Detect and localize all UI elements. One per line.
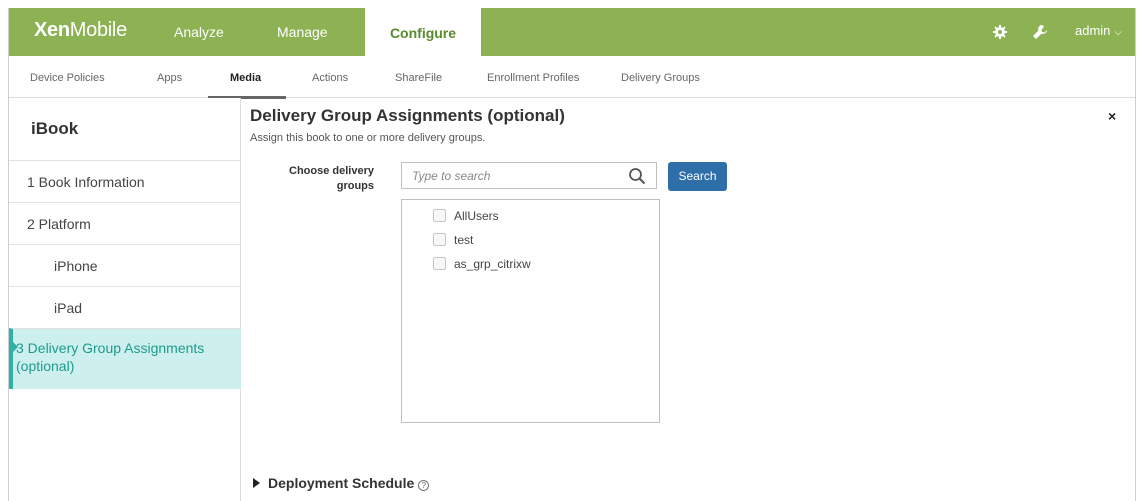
xenmobile-logo[interactable]: XenMobile bbox=[34, 19, 127, 42]
sidebar-title: iBook bbox=[31, 119, 79, 138]
wrench-icon[interactable] bbox=[1031, 23, 1049, 41]
group-label: as_grp_citrixw bbox=[454, 257, 531, 271]
delivery-group-list[interactable]: AllUsers test as_grp_citrixw bbox=[401, 199, 660, 423]
chevron-down-icon: ⌵ bbox=[1114, 27, 1123, 38]
list-item[interactable]: test bbox=[433, 233, 473, 247]
sub-nav-bar: Device Policies Apps Media Actions Share… bbox=[9, 56, 1135, 98]
tab-delivery-groups[interactable]: Delivery Groups bbox=[621, 72, 700, 84]
tab-actions[interactable]: Actions bbox=[312, 72, 348, 84]
search-input[interactable] bbox=[402, 163, 622, 188]
checkbox[interactable] bbox=[433, 233, 446, 246]
checkbox[interactable] bbox=[433, 257, 446, 270]
close-icon[interactable]: × bbox=[1108, 108, 1116, 124]
gear-icon[interactable] bbox=[992, 24, 1008, 40]
group-label: test bbox=[454, 233, 474, 247]
tab-enrollment-profiles[interactable]: Enrollment Profiles bbox=[487, 72, 579, 84]
delivery-group-search bbox=[401, 162, 657, 189]
page-subtitle: Assign this book to one or more delivery… bbox=[250, 132, 486, 144]
checkbox[interactable] bbox=[433, 209, 446, 222]
search-button[interactable]: Search bbox=[668, 162, 727, 191]
top-nav-bar: XenMobile Analyze Manage Configure admin… bbox=[9, 8, 1135, 56]
list-item[interactable]: AllUsers bbox=[433, 209, 499, 223]
tab-device-policies[interactable]: Device Policies bbox=[30, 72, 105, 84]
user-menu[interactable]: admin ⌵ bbox=[1075, 23, 1122, 38]
nav-manage[interactable]: Manage bbox=[277, 24, 328, 40]
sidebar-item-book-information[interactable]: 1 Book Information bbox=[9, 160, 241, 202]
sidebar-item-delivery-group-assignments[interactable]: 3 Delivery Group Assignments (optional) bbox=[9, 328, 241, 389]
sidebar-item-label: 3 Delivery Group Assignments (optional) bbox=[16, 340, 205, 374]
tab-media[interactable]: Media bbox=[230, 72, 261, 84]
sidebar-item-iphone[interactable]: iPhone bbox=[9, 244, 241, 286]
nav-analyze[interactable]: Analyze bbox=[174, 24, 224, 40]
tab-sharefile[interactable]: ShareFile bbox=[395, 72, 442, 84]
expand-triangle-icon bbox=[253, 478, 260, 488]
nav-configure[interactable]: Configure bbox=[365, 8, 481, 56]
deployment-schedule-toggle[interactable]: Deployment Schedule? bbox=[253, 475, 430, 491]
sidebar-item-platform[interactable]: 2 Platform bbox=[9, 202, 241, 244]
choose-delivery-groups-label: Choose delivery groups bbox=[289, 165, 374, 192]
tab-apps[interactable]: Apps bbox=[157, 72, 182, 84]
group-label: AllUsers bbox=[454, 209, 499, 223]
user-name: admin bbox=[1075, 23, 1111, 38]
search-icon[interactable] bbox=[628, 167, 646, 185]
deployment-schedule-label: Deployment Schedule bbox=[268, 475, 415, 491]
page-title: Delivery Group Assignments (optional) bbox=[250, 106, 565, 125]
sidebar-item-ipad[interactable]: iPad bbox=[9, 286, 241, 328]
wizard-sidebar: iBook 1 Book Information 2 Platform iPho… bbox=[9, 98, 241, 501]
help-icon[interactable]: ? bbox=[418, 480, 430, 491]
list-item[interactable]: as_grp_citrixw bbox=[433, 257, 531, 271]
